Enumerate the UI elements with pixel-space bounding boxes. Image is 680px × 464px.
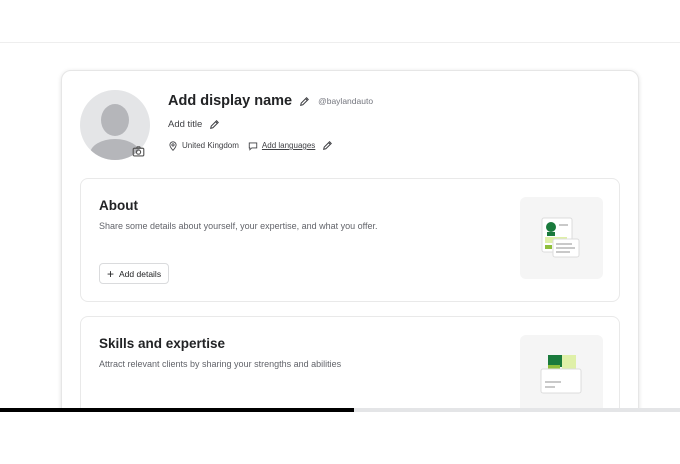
- pencil-icon[interactable]: [209, 119, 220, 130]
- username: @baylandauto: [318, 96, 374, 106]
- display-name[interactable]: Add display name: [168, 93, 292, 109]
- bottom-bar: [0, 412, 680, 464]
- profile-card: Add display name @baylandauto Add title …: [61, 70, 639, 410]
- about-title: About: [99, 198, 138, 213]
- skills-description: Attract relevant clients by sharing your…: [99, 359, 342, 369]
- add-details-label: Add details: [119, 268, 162, 279]
- about-section: About Share some details about yourself,…: [80, 178, 620, 302]
- location-pin-icon: [169, 140, 177, 151]
- profile-meta-row: United Kingdom Add languages: [168, 140, 333, 151]
- skills-title: Skills and expertise: [99, 336, 226, 351]
- location-text: United Kingdom: [182, 141, 239, 150]
- skills-illustration: [520, 335, 603, 410]
- camera-icon[interactable]: [132, 145, 145, 158]
- plus-icon: +: [107, 266, 115, 281]
- top-navigation-bar: [0, 0, 680, 43]
- about-description: Share some details about yourself, your …: [99, 221, 378, 231]
- add-details-button[interactable]: + Add details: [99, 263, 170, 284]
- add-title[interactable]: Add title: [168, 119, 202, 130]
- add-languages-link[interactable]: Add languages: [262, 141, 315, 150]
- main-content: Add display name @baylandauto Add title …: [0, 44, 680, 410]
- profile-avatar[interactable]: [80, 90, 150, 160]
- speech-bubble-icon: [248, 141, 258, 151]
- title-row: Add title: [168, 119, 220, 130]
- pencil-icon[interactable]: [322, 140, 333, 151]
- pencil-icon[interactable]: [299, 96, 310, 107]
- about-illustration: [520, 197, 603, 279]
- display-name-row: Add display name @baylandauto: [168, 93, 373, 109]
- skills-section: Skills and expertise Attract relevant cl…: [80, 316, 620, 410]
